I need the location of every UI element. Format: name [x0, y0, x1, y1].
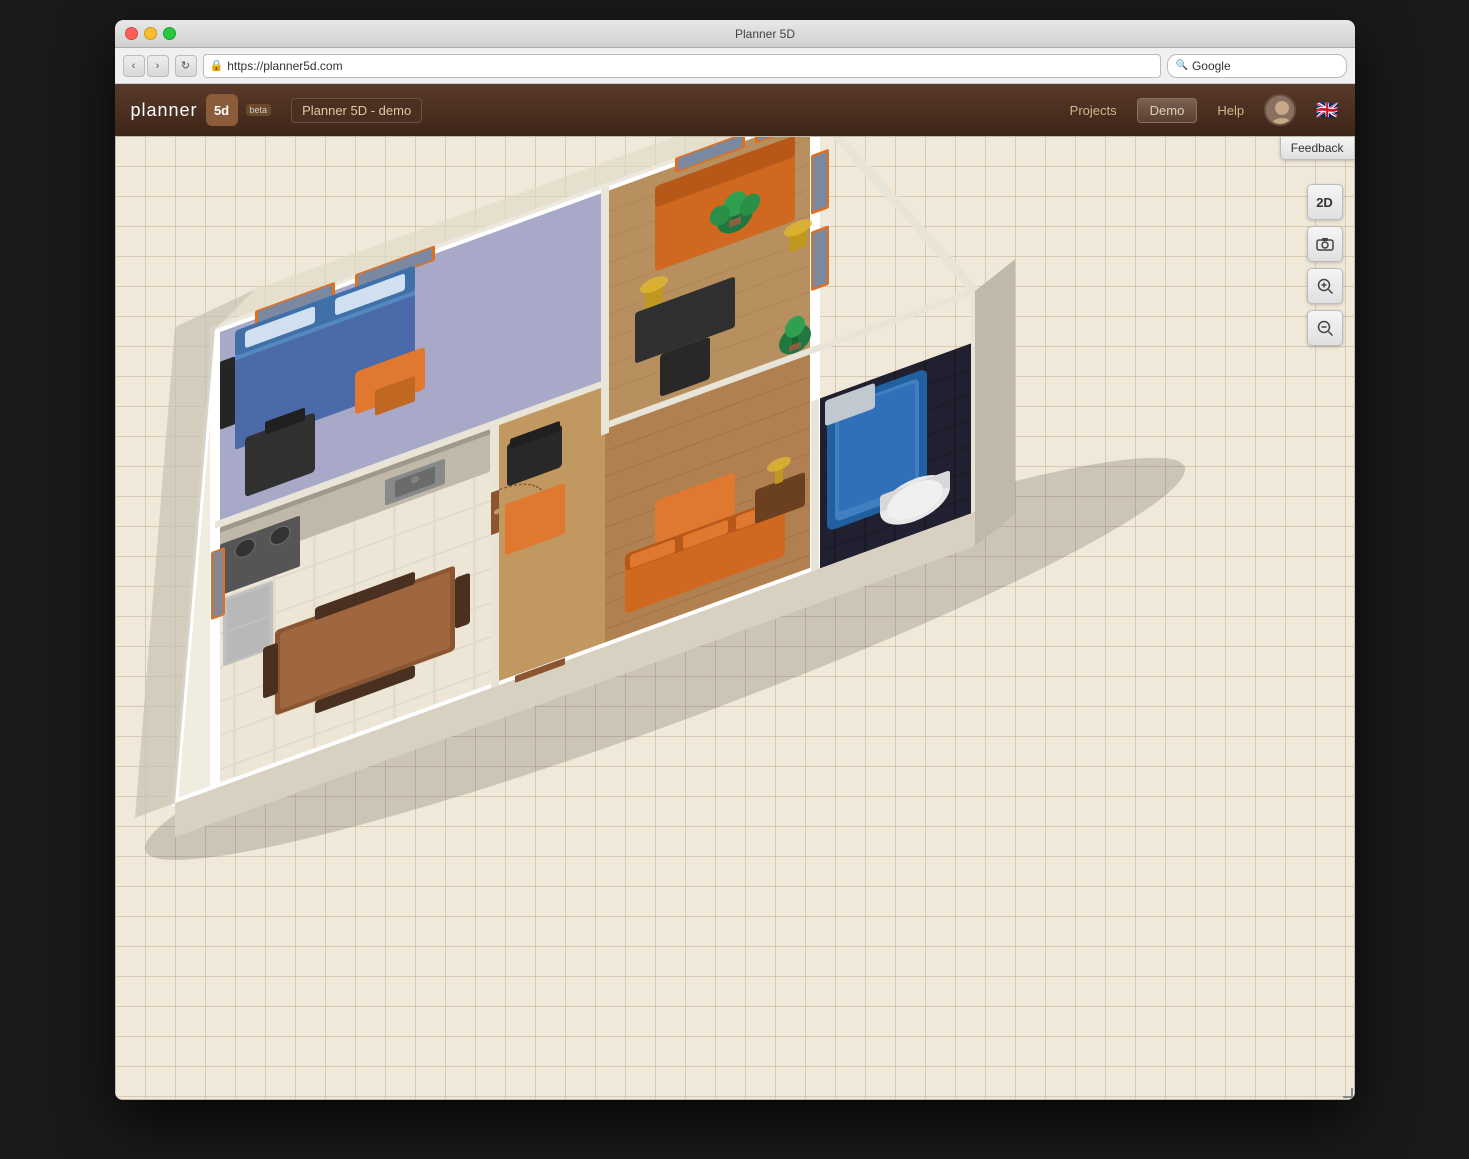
viewport: Feedback 2D: [115, 136, 1355, 1100]
language-flag[interactable]: 🇬🇧: [1316, 100, 1338, 121]
search-field[interactable]: 🔍 Google: [1167, 54, 1347, 78]
project-name[interactable]: Planner 5D - demo: [291, 98, 422, 123]
nav-buttons: ‹ ›: [123, 55, 169, 77]
beta-badge: beta: [246, 104, 272, 116]
url-bar: ‹ › ↻ 🔒 https://planner5d.com 🔍 Google: [115, 48, 1355, 84]
search-placeholder: Google: [1192, 59, 1231, 73]
help-link[interactable]: Help: [1217, 103, 1244, 118]
forward-button[interactable]: ›: [147, 55, 169, 77]
url-field[interactable]: 🔒 https://planner5d.com: [203, 54, 1161, 78]
title-bar: Planner 5D: [115, 20, 1355, 48]
resize-handle[interactable]: [1343, 1088, 1355, 1100]
window-controls: [125, 27, 176, 40]
minimize-button[interactable]: [144, 27, 157, 40]
url-text: https://planner5d.com: [227, 59, 342, 73]
projects-link[interactable]: Projects: [1070, 103, 1117, 118]
search-icon: 🔍: [1176, 60, 1188, 71]
back-button[interactable]: ‹: [123, 55, 145, 77]
mac-window: Planner 5D ‹ › ↻ 🔒 https://planner5d.com…: [115, 20, 1355, 1100]
demo-button[interactable]: Demo: [1137, 98, 1198, 123]
lock-icon: 🔒: [210, 59, 224, 72]
close-button[interactable]: [125, 27, 138, 40]
logo-area: planner 5d beta: [131, 94, 272, 126]
reload-button[interactable]: ↻: [175, 55, 197, 77]
user-avatar[interactable]: [1264, 94, 1296, 126]
app-header: planner 5d beta Planner 5D - demo Projec…: [115, 84, 1355, 136]
maximize-button[interactable]: [163, 27, 176, 40]
logo-text: planner: [131, 100, 198, 121]
window-title: Planner 5D: [186, 27, 1345, 41]
header-nav: Projects Demo Help 🇬🇧: [1070, 94, 1339, 126]
logo-5d: 5d: [206, 94, 238, 126]
floorplan-canvas[interactable]: [115, 136, 1355, 1100]
